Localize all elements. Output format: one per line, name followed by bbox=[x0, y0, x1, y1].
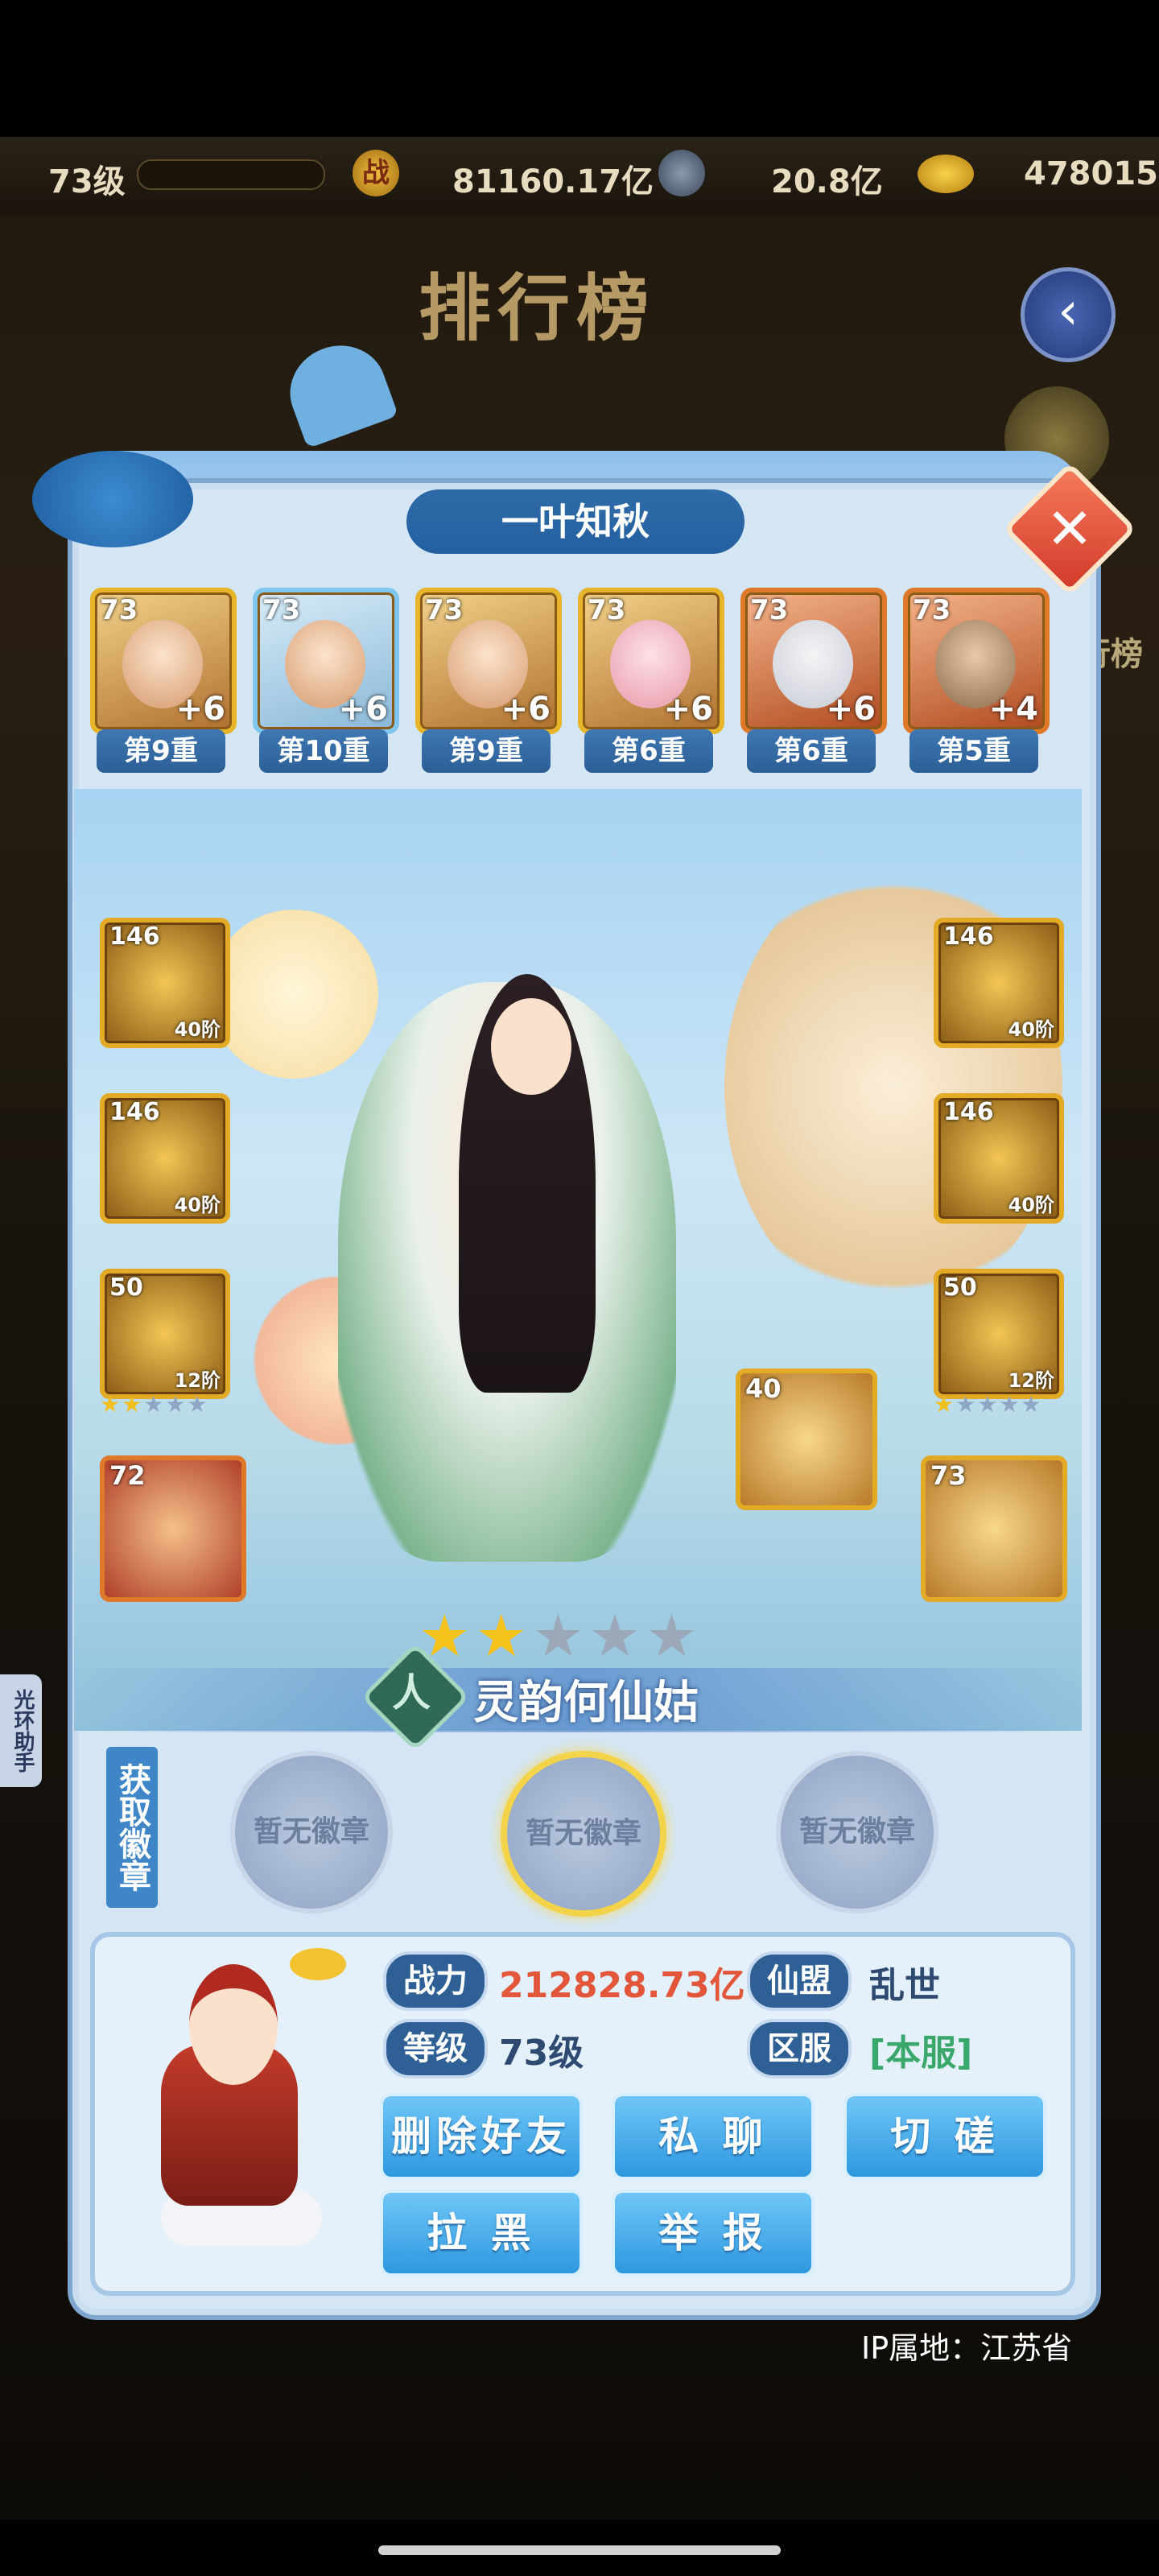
spar-button[interactable]: 切 磋 bbox=[843, 2093, 1046, 2180]
close-icon[interactable]: ✕ bbox=[1022, 481, 1117, 576]
equip-level: 146 bbox=[943, 923, 994, 951]
guild-label: 仙盟 bbox=[747, 1951, 852, 2011]
character-stars: ★★★★★ bbox=[419, 1602, 703, 1670]
get-badge-button[interactable]: 获取徽章 bbox=[106, 1747, 158, 1908]
ip-location: IP属地：江苏省 bbox=[861, 2330, 1073, 2366]
top-ingots-value: 478015 bbox=[1024, 155, 1158, 192]
equip-stars: ★★★★★ bbox=[934, 1391, 1043, 1418]
page-title: 排行榜 bbox=[419, 266, 655, 351]
level-value: 73级 bbox=[499, 2033, 584, 2074]
equip-level: 50 bbox=[109, 1274, 143, 1302]
equip-level: 146 bbox=[109, 923, 160, 951]
equipment-slot[interactable]: 50 12阶 bbox=[934, 1269, 1064, 1399]
pet-level: 40 bbox=[745, 1373, 782, 1404]
hero-slot[interactable]: 73 +4 bbox=[903, 588, 1050, 734]
equip-stage: 40阶 bbox=[1008, 1018, 1054, 1041]
hero-level: 73 bbox=[588, 594, 626, 626]
delete-friend-button[interactable]: 删除好友 bbox=[380, 2093, 583, 2180]
equipment-slot[interactable]: 146 40阶 bbox=[100, 918, 230, 1048]
equip-level: 146 bbox=[943, 1098, 994, 1126]
pet-slot[interactable]: 40 bbox=[736, 1368, 877, 1510]
fan-leaf-decor bbox=[32, 451, 193, 547]
player-name: 一叶知秋 bbox=[406, 489, 744, 554]
equipment-slot[interactable]: 146 40阶 bbox=[100, 1093, 230, 1224]
equipment-slot[interactable]: 146 40阶 bbox=[934, 1093, 1064, 1224]
character-face bbox=[491, 998, 571, 1095]
hero-tier-label: 第6重 bbox=[747, 729, 876, 773]
report-button[interactable]: 举 报 bbox=[612, 2190, 815, 2277]
hero-tier-label: 第9重 bbox=[422, 729, 551, 773]
hero-slot[interactable]: 73 +6 bbox=[415, 588, 562, 734]
hero-plus: +6 bbox=[175, 691, 225, 728]
equip-stage: 40阶 bbox=[174, 1018, 221, 1041]
power-label: 战力 bbox=[383, 1951, 488, 2011]
gold-ingot-icon bbox=[290, 1948, 346, 1980]
equip-stage: 40阶 bbox=[174, 1194, 221, 1216]
faction-label: 人 bbox=[391, 1670, 431, 1715]
character-name: 灵韵何仙姑 bbox=[473, 1677, 699, 1729]
home-indicator[interactable] bbox=[378, 2545, 781, 2555]
badge-slot-2[interactable]: 暂无徽章 bbox=[501, 1751, 666, 1917]
badge-slot-1[interactable]: 暂无徽章 bbox=[230, 1751, 393, 1913]
hero-level: 73 bbox=[100, 594, 138, 626]
pet-level: 72 bbox=[109, 1460, 146, 1491]
equip-stars: ★★★★★ bbox=[100, 1391, 209, 1418]
equipment-slot[interactable]: 50 12阶 bbox=[100, 1269, 230, 1399]
hero-plus: +6 bbox=[501, 691, 551, 728]
server-value: [本服] bbox=[869, 2033, 973, 2074]
hero-level: 73 bbox=[913, 594, 951, 626]
hero-slot[interactable]: 73 +6 bbox=[90, 588, 237, 734]
equip-stage: 12阶 bbox=[1008, 1369, 1054, 1392]
hero-plus: +6 bbox=[663, 691, 713, 728]
equip-level: 146 bbox=[109, 1098, 160, 1126]
hero-plus: +4 bbox=[988, 691, 1038, 728]
top-power-value: 81160.17亿 bbox=[452, 163, 654, 200]
hero-tier-label: 第10重 bbox=[259, 729, 388, 773]
hero-slot[interactable]: 73 +6 bbox=[578, 588, 724, 734]
power-value: 212828.73亿 bbox=[499, 1965, 745, 2006]
private-chat-button[interactable]: 私 聊 bbox=[612, 2093, 815, 2180]
level-label: 等级 bbox=[383, 2019, 488, 2079]
gold-ingot-icon bbox=[918, 155, 974, 193]
block-button[interactable]: 拉 黑 bbox=[380, 2190, 583, 2277]
guild-value: 乱世 bbox=[869, 1965, 940, 2006]
server-label: 区服 bbox=[747, 2019, 852, 2079]
exp-bar bbox=[137, 159, 325, 190]
hero-slot[interactable]: 73 +6 bbox=[253, 588, 399, 734]
equip-level: 50 bbox=[943, 1274, 977, 1302]
copper-coin-icon bbox=[658, 150, 705, 196]
top-coins-value: 20.8亿 bbox=[771, 163, 883, 200]
badge-slot-3[interactable]: 暂无徽章 bbox=[776, 1751, 938, 1913]
sun-decor bbox=[209, 910, 378, 1079]
back-arrow-icon: ‹ bbox=[1058, 282, 1079, 341]
equip-stage: 40阶 bbox=[1008, 1194, 1054, 1216]
hero-level: 73 bbox=[262, 594, 301, 626]
hero-tier-label: 第5重 bbox=[909, 729, 1038, 773]
back-button[interactable]: ‹ bbox=[1021, 267, 1116, 362]
avatar[interactable] bbox=[189, 1964, 278, 2085]
pet-slot[interactable]: 72 bbox=[100, 1455, 246, 1602]
player-level: 73级 bbox=[48, 163, 126, 200]
equip-stage: 12阶 bbox=[174, 1369, 221, 1392]
hero-level: 73 bbox=[425, 594, 464, 626]
equipment-slot[interactable]: 146 40阶 bbox=[934, 918, 1064, 1048]
assistant-side-tab[interactable]: 光环助手 bbox=[0, 1674, 42, 1787]
hero-slot[interactable]: 73 +6 bbox=[740, 588, 887, 734]
hero-level: 73 bbox=[750, 594, 789, 626]
hero-tier-label: 第9重 bbox=[97, 729, 225, 773]
pet-level: 73 bbox=[930, 1460, 967, 1491]
hero-plus: +6 bbox=[338, 691, 388, 728]
hero-tier-label: 第6重 bbox=[584, 729, 713, 773]
pet-slot[interactable]: 73 bbox=[921, 1455, 1067, 1602]
hero-plus: +6 bbox=[826, 691, 876, 728]
power-icon: 战 bbox=[353, 150, 399, 196]
